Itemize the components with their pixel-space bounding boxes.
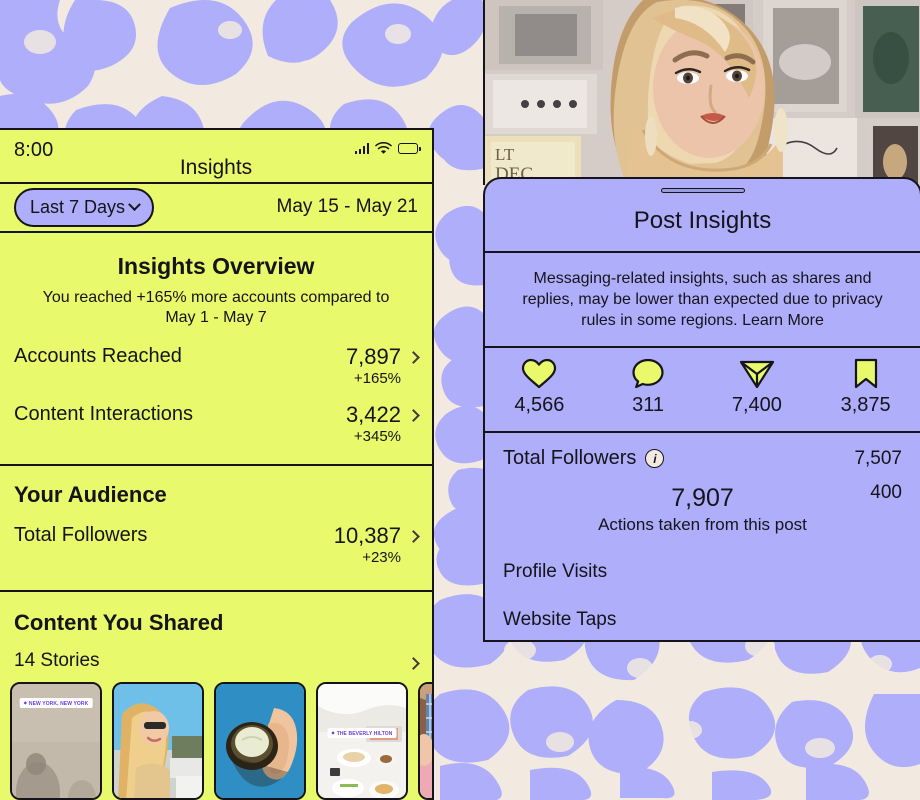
post-photo: LT DEC [483,0,920,185]
stat-label: Total Followers [14,524,148,547]
stat-row-total-followers[interactable]: Total Followers 10,387 +23% [0,508,432,566]
engagement-value: 3,875 [840,394,891,417]
chevron-down-icon [128,197,141,211]
chevron-right-icon [407,530,420,544]
engagement-row: 4,566 311 7,400 3,875 [485,348,920,431]
stories-count-label: 14 Stories [14,650,100,671]
story-thumbnail-list: NEW YORK, NEW YORK [0,672,432,800]
actions-caption: Actions taken from this post [598,515,807,535]
stat-label: Accounts Reached [14,344,182,367]
cellular-signal-icon [354,142,369,154]
stat-row-accounts-reached[interactable]: Accounts Reached 7,897 +165% [0,329,432,387]
stat-right: 10,387 +23% [333,523,420,567]
engagement-likes[interactable]: 4,566 [485,358,594,417]
profile-visits-row[interactable]: Profile Visits [485,535,920,583]
insights-phone-panel: 8:00 Insights Last 7 Days May 15 - May 2… [0,128,434,800]
stat-delta: +345% [353,427,401,445]
chevron-right-icon [407,408,420,422]
status-bar: 8:00 Insights [0,130,432,182]
stat-row-content-interactions[interactable]: Content Interactions 3,422 +345% [0,387,432,445]
story-thumb-shadow-wall[interactable]: NEW YORK, NEW YORK [10,682,102,800]
stat-value: 7,897 [345,343,401,369]
screenshot-stage: 8:00 Insights Last 7 Days May 15 - May 2… [0,0,920,800]
chevron-right-icon [407,656,420,670]
engagement-value: 4,566 [514,394,565,417]
date-range-selector-label: Last 7 Days [30,196,126,217]
actions-block: 7,907 Actions taken from this post 400 [485,470,920,535]
actions-number: 7,907 [671,484,734,513]
location-sticker: THE BEVERLY HILTON [327,728,397,738]
stat-delta: +23% [362,549,401,567]
location-sticker: NEW YORK, NEW YORK [19,698,93,708]
engagement-shares[interactable]: 7,400 [703,358,812,417]
engagement-saves[interactable]: 3,875 [811,358,920,417]
stat-delta: +165% [353,369,401,387]
story-thumb-cream-jar[interactable] [214,682,306,800]
date-range-text: May 15 - May 21 [276,196,419,218]
bookmark-icon [854,359,877,389]
actions-side-value: 400 [870,482,902,504]
share-icon [739,361,774,389]
stat-value: 10,387 [333,523,401,549]
heart-icon [522,359,557,389]
total-followers-label: Total Followers [503,447,637,470]
page-title: Insights [179,156,253,179]
content-shared-title: Content You Shared [14,610,224,635]
engagement-value: 311 [632,394,665,417]
overview-title: Insights Overview [117,252,315,279]
chevron-right-icon [407,350,420,364]
total-followers-row[interactable]: Total Followers i 7,507 [485,433,920,470]
post-insights-sheet: Post Insights Messaging-related insights… [483,177,920,642]
engagement-value: 7,400 [731,394,782,417]
stat-label: Content Interactions [14,402,193,425]
post-insights-phone-panel: LT DEC Post Insights Messaging-related i… [483,0,920,642]
status-icons [354,139,421,154]
date-range-bar: Last 7 Days May 15 - May 21 [0,184,432,231]
info-icon[interactable]: i [645,449,665,469]
story-thumb-woman-sunglasses[interactable] [112,682,204,800]
total-followers-value: 7,507 [854,447,902,469]
wifi-icon [375,142,392,154]
privacy-notice[interactable]: Messaging-related insights, such as shar… [485,253,920,346]
stat-right: 7,897 +165% [345,343,420,387]
stories-row[interactable]: 14 Stories [0,636,432,672]
story-thumb-breakfast-in-bed[interactable]: THE BEVERLY HILTON [316,682,408,800]
battery-icon [398,142,421,154]
audience-title: Your Audience [14,482,167,508]
stat-value: 3,422 [345,401,401,427]
comment-icon [632,359,664,389]
sheet-title: Post Insights [633,207,772,234]
website-taps-row[interactable]: Website Taps [485,583,920,631]
stat-right: 3,422 +345% [345,401,420,445]
overview-subtitle: You reached +165% more accounts compared… [42,288,390,327]
engagement-comments[interactable]: 311 [594,358,703,417]
date-range-selector[interactable]: Last 7 Days [14,187,155,227]
story-thumb-plaid-shirt[interactable] [418,682,432,800]
